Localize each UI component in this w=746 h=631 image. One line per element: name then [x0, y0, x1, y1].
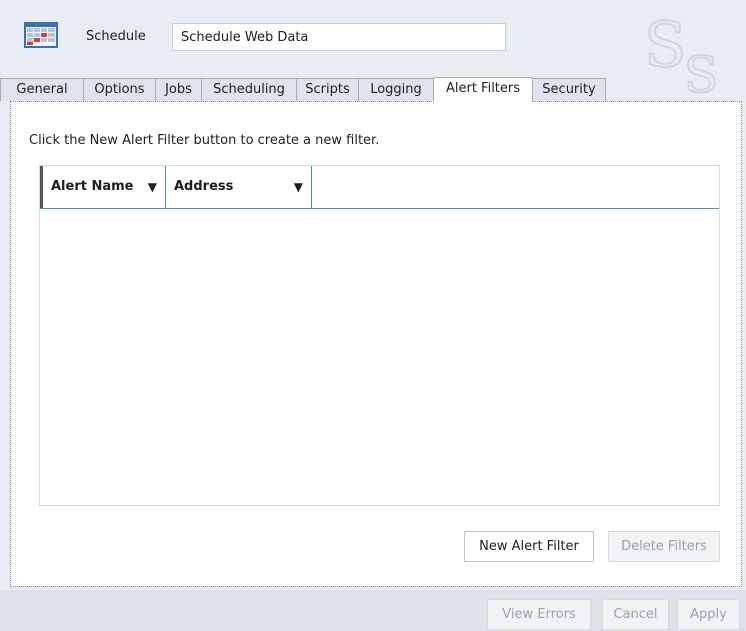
schedule-name-input[interactable] [172, 23, 506, 51]
svg-text:S: S [644, 8, 686, 81]
tab-security[interactable]: Security [532, 78, 606, 101]
tab-alert-filters[interactable]: Alert Filters [433, 77, 533, 102]
tab-scripts[interactable]: Scripts [296, 78, 359, 101]
tab-options[interactable]: Options [83, 78, 156, 101]
logo-watermark-icon: S S [643, 7, 719, 105]
instruction-text: Click the New Alert Filter button to cre… [29, 133, 380, 148]
filter-icon[interactable]: ▼ [148, 166, 157, 208]
tab-general[interactable]: General [0, 78, 84, 101]
column-address-label: Address [174, 179, 234, 194]
tab-scheduling[interactable]: Scheduling [201, 78, 297, 101]
grid-header: Alert Name ▼ Address ▼ [40, 166, 719, 209]
cancel-button[interactable]: Cancel [602, 599, 669, 630]
new-alert-filter-button[interactable]: New Alert Filter [464, 531, 594, 562]
tab-jobs[interactable]: Jobs [155, 78, 202, 101]
column-alert-name[interactable]: Alert Name ▼ [40, 166, 165, 208]
header: Schedule S S [0, 0, 746, 105]
footer-bar: View Errors Cancel Apply [0, 590, 746, 631]
tab-logging[interactable]: Logging [358, 78, 434, 101]
column-divider [311, 166, 312, 208]
schedule-label: Schedule [86, 29, 146, 44]
delete-filters-button[interactable]: Delete Filters [608, 531, 720, 562]
svg-text:S: S [684, 46, 718, 104]
apply-button[interactable]: Apply [677, 599, 740, 630]
column-address[interactable]: Address ▼ [166, 166, 311, 208]
column-alert-name-label: Alert Name [51, 179, 134, 194]
filter-icon[interactable]: ▼ [294, 166, 303, 208]
alert-filters-panel: Click the New Alert Filter button to cre… [10, 101, 742, 587]
calendar-grid-icon [24, 22, 58, 48]
view-errors-button[interactable]: View Errors [487, 599, 591, 630]
alert-filters-grid[interactable]: Alert Name ▼ Address ▼ [39, 165, 720, 506]
